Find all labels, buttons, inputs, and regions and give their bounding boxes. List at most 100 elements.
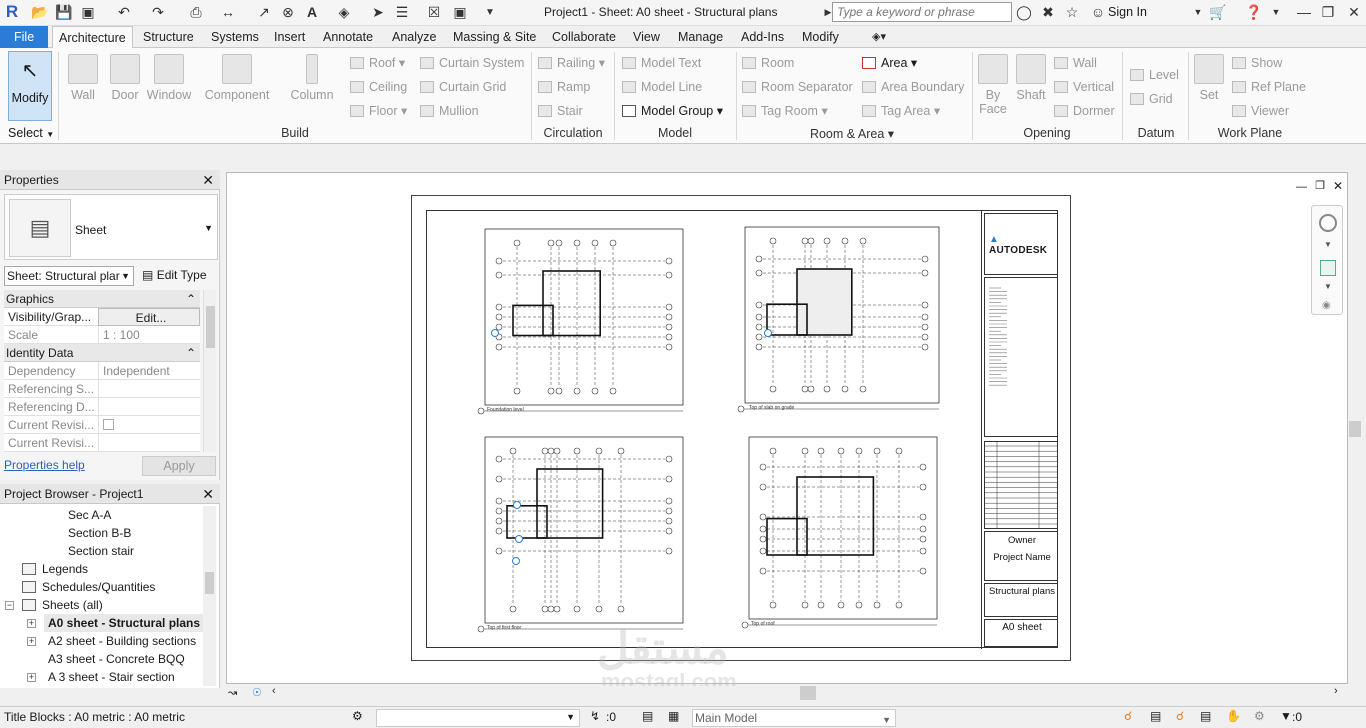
close-window-icon[interactable]: ✕ [1344,3,1364,21]
model-text-button[interactable]: Model Text [622,54,701,72]
tree-item-a0-sheet[interactable]: A0 sheet - Structural plans [44,614,205,632]
scrollbar-thumb[interactable] [206,306,215,348]
apply-button[interactable]: Apply [142,456,216,476]
sheet-canvas[interactable]: Foundation level Top of slab on grade To… [411,195,1071,661]
browser-scrollbar[interactable] [203,506,216,686]
room-area-panel-label[interactable]: Room & Area ▾ [800,126,904,141]
model-line-button[interactable]: Model Line [622,78,702,96]
collapse-sheets-icon[interactable]: − [5,601,14,610]
close-icon[interactable]: ✕ [202,484,214,504]
tab-file[interactable]: File [0,26,49,48]
revit-logo-icon[interactable]: R [2,2,22,21]
group-identity-data[interactable]: Identity Data ⌃ [4,344,200,362]
user-icon[interactable]: ☺ [1088,3,1108,21]
grid-button[interactable]: Grid [1130,90,1173,108]
tab-add-ins[interactable]: Add-Ins [735,26,790,48]
scroll-left-icon[interactable]: ‹ [272,685,276,697]
stair-button[interactable]: Stair [538,102,583,120]
ribbon-minimize-icon[interactable]: ◈▾ [866,26,892,48]
sync-icon[interactable]: ▣ [78,3,98,21]
vertical-scroll-thumb[interactable] [1349,421,1361,437]
tab-structure[interactable]: Structure [137,26,200,48]
tree-item-schedules[interactable]: Schedules/Quantities [22,578,155,596]
tag-room-button[interactable]: Tag Room ▾ [742,102,828,120]
drawing-view[interactable]: — ❐ ✕ Foundation level Top of slab on gr… [226,172,1361,694]
model-group-button[interactable]: Model Group ▾ [622,102,723,120]
tree-item-legends[interactable]: Legends [22,560,88,578]
worksets-icon[interactable]: ⚙ [352,709,363,723]
roof-button[interactable]: Roof ▾ [350,54,405,72]
vertical-opening-button[interactable]: Vertical [1054,78,1114,96]
modify-button[interactable]: ↖ Modify [8,51,52,121]
dormer-button[interactable]: Dormer [1054,102,1115,120]
chevron-down-icon[interactable]: ▼ [1324,240,1332,249]
tab-systems[interactable]: Systems [205,26,265,48]
wall-button[interactable]: Wall [64,54,102,102]
background-processes-icon[interactable]: ⚙ [1254,709,1265,723]
expand-icon[interactable]: + [27,637,36,646]
view-close-icon[interactable]: ✕ [1333,179,1343,193]
workset-select[interactable]: ▼ [376,709,580,727]
filter-icon[interactable]: ▼ [1280,709,1292,723]
railing-button[interactable]: Railing ▾ [538,54,605,72]
select-links-icon[interactable]: ☌ [1124,709,1132,723]
design-option-select[interactable]: Main Model ▼ [692,709,896,727]
ceiling-button[interactable]: Ceiling [350,78,407,96]
zoom-region-icon[interactable] [1320,260,1336,276]
tab-manage[interactable]: Manage [672,26,729,48]
type-selector[interactable]: ▤ Sheet ▼ [4,194,218,260]
cart-icon[interactable]: 🛒 [1208,3,1228,21]
search-input[interactable] [832,2,1012,22]
scrollbar-thumb[interactable] [205,572,214,594]
text-icon[interactable]: A [302,3,322,21]
tag-icon[interactable]: ⊗ [278,3,298,21]
ref-plane-button[interactable]: Ref Plane [1232,78,1306,96]
expand-icon[interactable]: + [27,673,36,682]
area-boundary-button[interactable]: Area Boundary [862,78,964,96]
tree-item-section-b-b[interactable]: Section B-B [68,524,131,542]
main-model-icon[interactable]: ▦ [668,709,679,723]
design-options-icon[interactable]: ▤ [642,709,653,723]
print-icon[interactable]: ⎙ [186,3,206,21]
wall-opening-button[interactable]: Wall [1054,54,1097,72]
expand-icon[interactable]: + [27,619,36,628]
instance-filter-select[interactable]: Sheet: Structural plar ▼ [4,266,134,286]
select-by-face-icon[interactable]: ▤ [1200,709,1211,723]
section-icon[interactable]: ➤ [368,3,388,21]
tab-annotate[interactable]: Annotate [317,26,379,48]
tree-item-sec-a-a[interactable]: Sec A-A [68,506,111,524]
visibility-edit-button[interactable]: Edit... [98,308,200,326]
select-pinned-icon[interactable]: ☌ [1176,709,1184,723]
tree-item-a2-sheet[interactable]: A2 sheet - Building sections [48,632,196,650]
tab-massing-site[interactable]: Massing & Site [447,26,542,48]
tree-item-section-stair[interactable]: Section stair [68,542,134,560]
help-icon[interactable]: ❓ [1244,3,1264,21]
select-dropdown[interactable]: Select ▼ [8,126,54,140]
horizontal-scroll-thumb[interactable] [800,686,816,700]
viewer-button[interactable]: Viewer [1232,102,1289,120]
component-button[interactable]: Component [202,54,272,102]
mullion-button[interactable]: Mullion [420,102,479,120]
editing-requests-icon[interactable]: ↯ [590,709,600,723]
properties-help-link[interactable]: Properties help [4,458,85,472]
tab-insert[interactable]: Insert [268,26,311,48]
view-minimize-icon[interactable]: — [1296,181,1307,193]
3d-view-icon[interactable]: ◈ [334,3,354,21]
open-icon[interactable]: 📂 [30,3,50,21]
tree-item-a3-sheet[interactable]: A3 sheet - Concrete BQQ [48,650,185,668]
undo-icon[interactable]: ↶ [114,3,134,21]
sign-in-link[interactable]: Sign In [1108,5,1147,19]
sign-in-chevron-icon[interactable]: ▼ [1188,3,1208,21]
drag-elements-icon[interactable]: ✋ [1226,709,1241,723]
show-button[interactable]: Show [1232,54,1282,72]
door-button[interactable]: Door [106,54,144,102]
group-graphics[interactable]: Graphics ⌃ [4,290,200,308]
restore-icon[interactable]: ❐ [1318,3,1338,21]
bulb-icon[interactable]: ☉ [252,686,262,699]
tab-analyze[interactable]: Analyze [386,26,442,48]
favorites-star-icon[interactable]: ☆ [1062,3,1082,21]
floor-button[interactable]: Floor ▾ [350,102,407,120]
communication-icon[interactable]: ✖ [1038,3,1058,21]
tree-item-sheets-all[interactable]: Sheets (all) [22,596,103,614]
set-button[interactable]: Set [1192,54,1226,102]
